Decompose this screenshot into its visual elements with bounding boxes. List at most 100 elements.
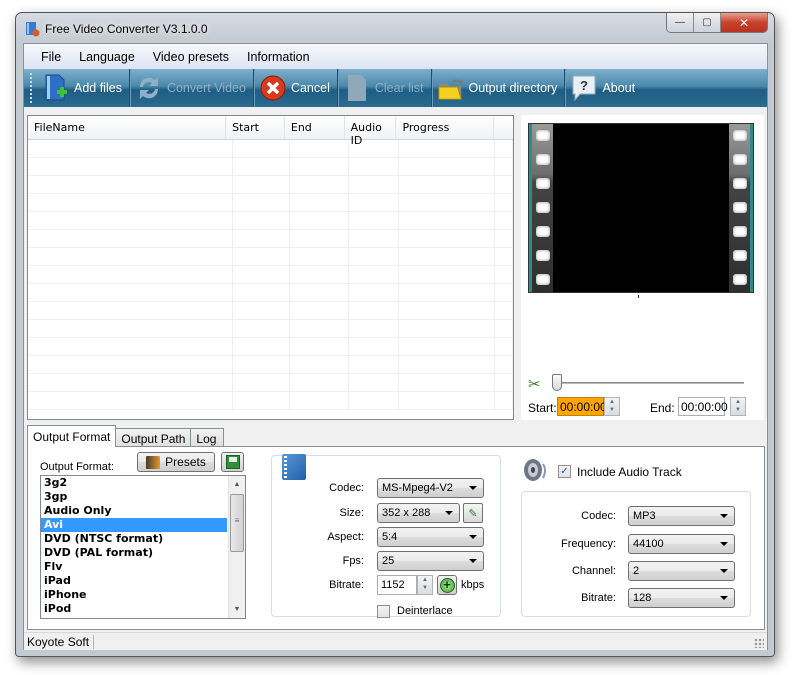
- table-cell: [349, 248, 400, 265]
- table-cell: [290, 374, 349, 391]
- format-list-item[interactable]: Avi: [41, 518, 227, 532]
- output-directory-button[interactable]: Output directory: [432, 69, 566, 107]
- menu-video-presets[interactable]: Video presets: [144, 50, 238, 64]
- film-hole: [536, 178, 550, 189]
- format-list-scrollbar[interactable]: ▲ ≡ ▼: [228, 476, 245, 618]
- scroll-thumb[interactable]: ≡: [230, 494, 244, 552]
- film-hole: [536, 274, 550, 285]
- end-time-spinner[interactable]: ▲ ▼: [730, 397, 746, 416]
- table-row[interactable]: [28, 374, 513, 392]
- column-header-end[interactable]: End: [285, 116, 345, 139]
- resize-grip[interactable]: [754, 638, 764, 648]
- format-list-item[interactable]: DVD (PAL format): [41, 546, 227, 560]
- column-header-start[interactable]: Start: [226, 116, 285, 139]
- audio-codec-value: MP3: [633, 510, 656, 522]
- video-bitrate-input[interactable]: 1152: [377, 575, 417, 595]
- format-list-item[interactable]: iPad: [41, 574, 227, 588]
- table-cell: [290, 248, 349, 265]
- table-row[interactable]: [28, 284, 513, 302]
- audio-frequency-value: 44100: [633, 538, 664, 550]
- chevron-down-icon: [720, 542, 728, 546]
- table-row[interactable]: [28, 140, 513, 158]
- about-button[interactable]: ? About: [565, 69, 642, 107]
- video-fps-select[interactable]: 25: [377, 551, 484, 571]
- table-row[interactable]: [28, 230, 513, 248]
- table-cell: [28, 320, 234, 337]
- film-hole: [733, 226, 747, 237]
- table-row[interactable]: [28, 248, 513, 266]
- video-bitrate-spinner[interactable]: ▲ ▼: [417, 575, 433, 595]
- scroll-up-icon[interactable]: ▲: [229, 476, 245, 493]
- table-row[interactable]: [28, 338, 513, 356]
- table-cell: [290, 194, 349, 211]
- close-button[interactable]: ✕: [721, 13, 767, 32]
- audio-channel-value: 2: [633, 565, 640, 577]
- format-list-item[interactable]: iPod: [41, 602, 227, 616]
- tab-output-path[interactable]: Output Path: [115, 428, 192, 447]
- column-header-filename[interactable]: FileName: [28, 116, 227, 139]
- menu-information[interactable]: Information: [238, 50, 319, 64]
- title-bar[interactable]: Free Video Converter V3.1.0.0 — ▢ ✕: [16, 13, 774, 43]
- film-hole: [733, 178, 747, 189]
- film-strip-left: [529, 124, 553, 292]
- table-row[interactable]: [28, 266, 513, 284]
- trim-slider-thumb[interactable]: [552, 374, 562, 391]
- column-header-audio-id[interactable]: Audio ID: [345, 116, 397, 147]
- format-list-item[interactable]: 3gp: [41, 490, 227, 504]
- end-label: End:: [650, 401, 675, 415]
- audio-channel-select[interactable]: 2: [628, 561, 735, 581]
- menu-file[interactable]: File: [32, 50, 70, 64]
- add-files-button[interactable]: Add files: [37, 69, 130, 107]
- format-list-item[interactable]: Flv: [41, 560, 227, 574]
- table-row[interactable]: [28, 158, 513, 176]
- start-time-input[interactable]: 00:00:00: [557, 397, 607, 416]
- table-row[interactable]: [28, 356, 513, 374]
- file-list-grid[interactable]: FileName Start End Audio ID Progress: [27, 115, 514, 420]
- trim-slider-track[interactable]: [556, 382, 744, 384]
- cancel-button[interactable]: Cancel: [254, 69, 338, 107]
- table-row[interactable]: [28, 302, 513, 320]
- menu-language[interactable]: Language: [70, 50, 144, 64]
- table-cell: [495, 338, 513, 355]
- table-row[interactable]: [28, 320, 513, 338]
- scroll-down-icon[interactable]: ▼: [229, 601, 245, 618]
- presets-button[interactable]: Presets: [137, 452, 215, 472]
- maximize-button[interactable]: ▢: [694, 13, 721, 32]
- column-header-progress[interactable]: Progress: [396, 116, 495, 139]
- start-time-spinner[interactable]: ▲ ▼: [604, 397, 620, 416]
- format-list-item[interactable]: Audio Only: [41, 504, 227, 518]
- toolbar-grip[interactable]: [30, 73, 33, 103]
- format-list-item[interactable]: DVD (NTSC format): [41, 532, 227, 546]
- audio-frequency-select[interactable]: 44100: [628, 534, 735, 554]
- minimize-button[interactable]: —: [667, 13, 694, 32]
- end-time-input[interactable]: 00:00:00: [678, 397, 728, 416]
- deinterlace-checkbox[interactable]: [377, 605, 390, 618]
- add-bitrate-button[interactable]: +: [437, 575, 457, 595]
- tab-output-format[interactable]: Output Format: [27, 425, 117, 447]
- audio-codec-select[interactable]: MP3: [628, 506, 735, 526]
- video-codec-select[interactable]: MS-Mpeg4-V2: [377, 478, 484, 498]
- clear-list-button[interactable]: Clear list: [338, 69, 432, 107]
- video-aspect-select[interactable]: 5:4: [377, 527, 484, 547]
- film-hole: [536, 154, 550, 165]
- table-cell: [495, 212, 513, 229]
- format-list-item[interactable]: 3g2: [41, 476, 227, 490]
- table-cell: [349, 158, 400, 175]
- edit-size-button[interactable]: ✎: [463, 503, 483, 523]
- save-preset-button[interactable]: [221, 452, 244, 472]
- audio-bitrate-select[interactable]: 128: [628, 588, 735, 608]
- help-icon: ?: [570, 73, 598, 103]
- table-row[interactable]: [28, 176, 513, 194]
- chevron-down-icon: [445, 511, 453, 515]
- video-size-select[interactable]: 352 x 288: [377, 503, 460, 523]
- format-list-item[interactable]: iPhone: [41, 588, 227, 602]
- convert-video-button[interactable]: Convert Video: [130, 69, 254, 107]
- table-row[interactable]: [28, 212, 513, 230]
- tab-log[interactable]: Log: [190, 428, 225, 447]
- table-cell: [495, 320, 513, 337]
- table-row[interactable]: [28, 392, 513, 410]
- output-format-list[interactable]: 3g2 3gp Audio Only Avi DVD (NTSC format) DVD …: [40, 475, 246, 619]
- video-fps-value: 25: [382, 555, 395, 567]
- table-row[interactable]: [28, 194, 513, 212]
- include-audio-checkbox[interactable]: ✓: [558, 465, 571, 478]
